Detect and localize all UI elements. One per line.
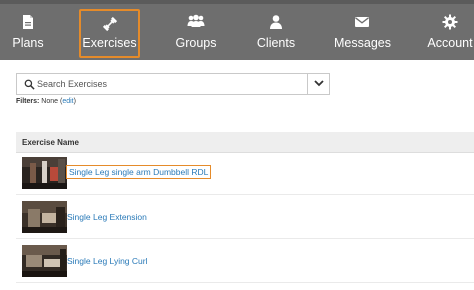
filters-line: Filters: None (edit) [16, 98, 76, 105]
nav-label-account: Account [427, 36, 473, 50]
filters-edit-link[interactable]: edit [62, 98, 73, 105]
column-header-exercise-name: Exercise Name [22, 138, 79, 147]
table-row: Single Leg single arm Dumbbell RDL [16, 153, 474, 195]
dumbbell-icon [102, 16, 117, 32]
exercise-thumbnail[interactable] [22, 201, 67, 233]
exercise-link[interactable]: Single Leg Lying Curl [67, 256, 147, 266]
exercise-thumbnail[interactable] [22, 157, 67, 189]
gear-icon [442, 14, 458, 30]
table-row: Single Leg Lying Curl [16, 239, 474, 283]
envelope-icon [355, 17, 369, 27]
search-dropdown-button[interactable] [307, 73, 329, 95]
search-icon [24, 79, 35, 90]
user-icon [270, 15, 282, 29]
nav-label-clients: Clients [256, 36, 296, 50]
nav-item-groups[interactable]: Groups [170, 6, 222, 58]
nav-label-messages: Messages [334, 36, 391, 50]
exercise-link[interactable]: Single Leg single arm Dumbbell RDL [66, 165, 212, 179]
nav-item-plans[interactable]: Plans [2, 6, 54, 58]
nav-label-exercises: Exercises [82, 36, 137, 50]
search-box [16, 73, 330, 95]
table-row [16, 283, 474, 290]
nav-top-edge [0, 0, 474, 4]
group-icon [187, 14, 205, 27]
nav-label-groups: Groups [175, 36, 217, 50]
document-icon [23, 15, 33, 29]
nav-item-exercises[interactable]: Exercises [79, 9, 140, 58]
nav-item-account[interactable]: Account [424, 6, 474, 58]
chevron-down-icon [314, 80, 324, 87]
top-nav: Plans Exercises Groups Clients Messages … [0, 0, 474, 60]
table-header: Exercise Name [16, 132, 474, 153]
exercise-link[interactable]: Single Leg Extension [67, 212, 147, 222]
nav-item-messages[interactable]: Messages [334, 6, 391, 58]
nav-item-clients[interactable]: Clients [250, 6, 302, 58]
exercise-thumbnail[interactable] [22, 245, 67, 277]
search-input[interactable] [37, 76, 317, 92]
nav-label-plans: Plans [12, 36, 44, 50]
table-row: Single Leg Extension [16, 195, 474, 239]
filters-value: None [41, 98, 59, 105]
filters-label: Filters: [16, 98, 40, 105]
